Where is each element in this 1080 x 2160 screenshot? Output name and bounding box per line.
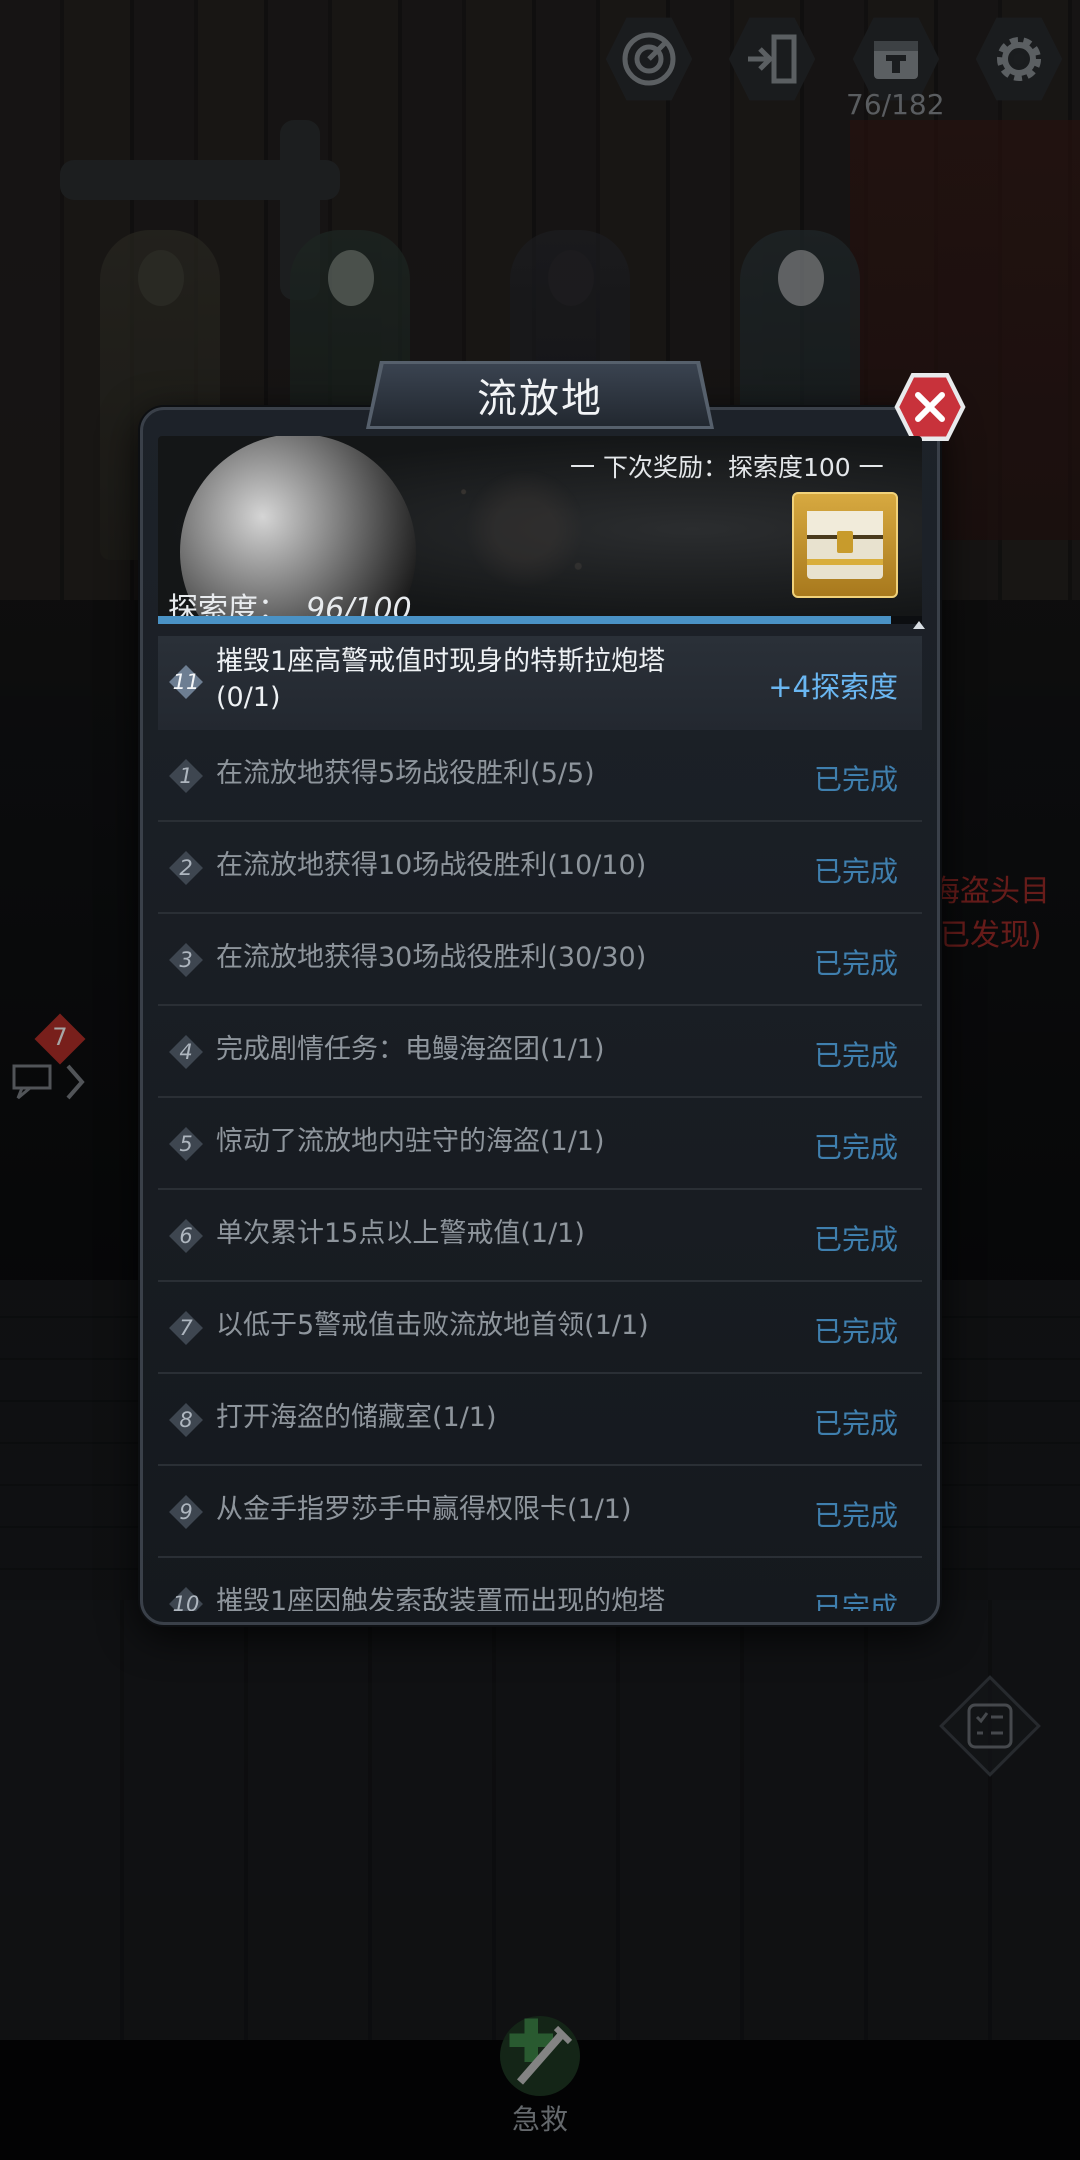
dialog-title: 流放地: [477, 376, 603, 422]
task-description: 在流放地获得10场战役胜利(10/10): [216, 850, 647, 881]
task-status: 已完成: [813, 1131, 898, 1164]
task-number: 2: [179, 856, 193, 880]
task-number: 5: [179, 1132, 193, 1156]
task-row[interactable]: 8 打开海盗的储藏室(1/1) 已完成: [158, 1374, 922, 1466]
task-number-diamond: 6: [169, 1219, 203, 1253]
task-description: 打开海盗的储藏室(1/1): [216, 1402, 497, 1433]
task-status: 已完成: [813, 763, 898, 796]
task-reward: +4探索度: [768, 670, 898, 704]
task-number-diamond: 3: [169, 943, 203, 977]
task-row[interactable]: 3 在流放地获得30场战役胜利(30/30) 已完成: [158, 914, 922, 1006]
task-number: 11: [172, 670, 200, 694]
task-row[interactable]: 11 摧毁1座高警戒值时现身的特斯拉炮塔(0/1) +4探索度: [158, 636, 922, 730]
task-number-diamond: 2: [169, 851, 203, 885]
task-number: 10: [172, 1592, 200, 1611]
task-number: 7: [179, 1316, 193, 1340]
task-description: 摧毁1座高警戒值时现身的特斯拉炮塔(0/1): [216, 646, 666, 713]
task-description: 单次累计15点以上警戒值(1/1): [216, 1218, 585, 1249]
reward-chest-icon[interactable]: [792, 492, 898, 598]
task-status: 已完成: [813, 1407, 898, 1440]
task-status: 已完成: [813, 1039, 898, 1072]
task-number: 6: [179, 1224, 193, 1248]
task-number-diamond: 7: [169, 1311, 203, 1345]
task-number-diamond: 4: [169, 1035, 203, 1069]
task-status: 已完成: [813, 1223, 898, 1256]
task-row[interactable]: 10 摧毁1座因触发索敌装置而出现的炮塔 已完成: [158, 1558, 922, 1611]
task-number-diamond: 8: [169, 1403, 203, 1437]
task-description: 以低于5警戒值击败流放地首领(1/1): [216, 1310, 649, 1341]
task-status: 已完成: [813, 1315, 898, 1348]
task-description: 在流放地获得5场战役胜利(5/5): [216, 758, 595, 789]
task-status: 已完成: [813, 947, 898, 980]
task-status: 已完成: [813, 855, 898, 888]
exploration-progress-bar: [158, 616, 922, 624]
task-list[interactable]: 11 摧毁1座高警戒值时现身的特斯拉炮塔(0/1) +4探索度 1 在流放地获得5场战役…: [158, 636, 922, 1611]
task-row[interactable]: 2 在流放地获得10场战役胜利(10/10) 已完成: [158, 822, 922, 914]
progress-marker: [913, 621, 925, 629]
task-row[interactable]: 5 惊动了流放地内驻守的海盗(1/1) 已完成: [158, 1098, 922, 1190]
task-description: 惊动了流放地内驻守的海盗(1/1): [216, 1126, 605, 1157]
task-description: 在流放地获得30场战役胜利(30/30): [216, 942, 647, 973]
task-number-diamond: 5: [169, 1127, 203, 1161]
task-number-diamond: 10: [169, 1587, 203, 1611]
close-button[interactable]: [893, 370, 967, 444]
task-number-diamond: 9: [169, 1495, 203, 1529]
chest-icon: [807, 511, 883, 579]
task-number-diamond: 1: [169, 759, 203, 793]
task-number: 3: [179, 948, 193, 972]
task-description: 从金手指罗莎手中赢得权限卡(1/1): [216, 1494, 632, 1525]
task-number: 4: [179, 1040, 193, 1064]
task-row[interactable]: 9 从金手指罗莎手中赢得权限卡(1/1) 已完成: [158, 1466, 922, 1558]
task-row[interactable]: 6 单次累计15点以上警戒值(1/1) 已完成: [158, 1190, 922, 1282]
task-number: 1: [179, 764, 193, 788]
task-description: 完成剧情任务：电鳗海盗团(1/1): [216, 1034, 605, 1065]
next-reward-label: 一 下次奖励：探索度100 一: [570, 453, 884, 482]
task-row[interactable]: 7 以低于5警戒值击败流放地首领(1/1) 已完成: [158, 1282, 922, 1374]
task-status: 已完成: [813, 1591, 898, 1611]
task-description: 摧毁1座因触发索敌装置而出现的炮塔: [216, 1586, 666, 1611]
task-number: 9: [179, 1500, 193, 1524]
title-tab: 流放地: [370, 364, 710, 426]
task-row[interactable]: 1 在流放地获得5场战役胜利(5/5) 已完成: [158, 730, 922, 822]
progress-fill: [158, 616, 892, 624]
task-row[interactable]: 4 完成剧情任务：电鳗海盗团(1/1) 已完成: [158, 1006, 922, 1098]
task-status: 已完成: [813, 1499, 898, 1532]
close-icon: [915, 392, 945, 422]
task-number-diamond: 11: [169, 665, 203, 699]
task-number: 8: [179, 1408, 193, 1432]
